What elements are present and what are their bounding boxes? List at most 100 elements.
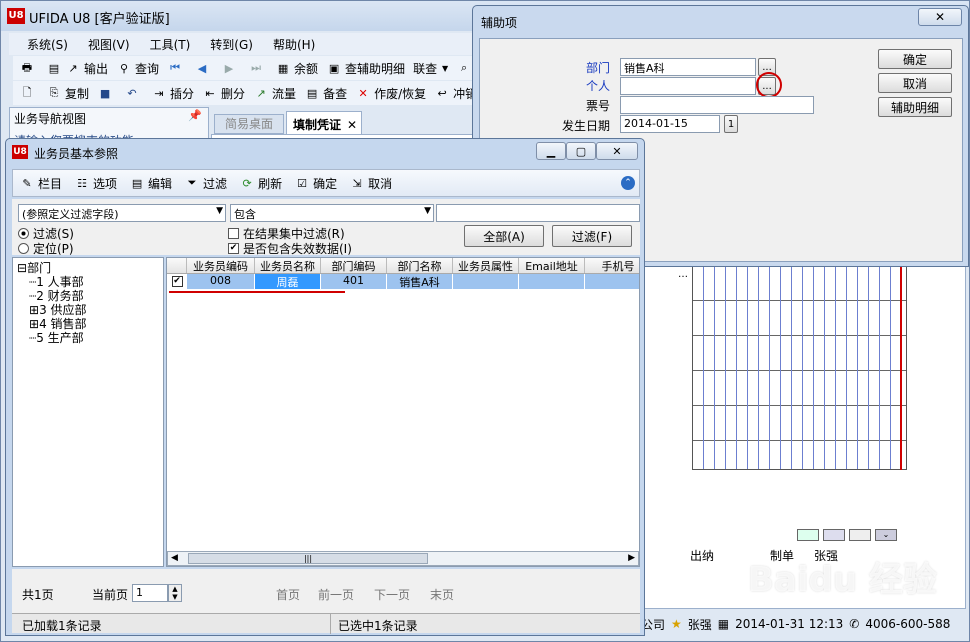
pager: 共1页 当前页 1 ▲ ▼ 首页 前一页 下一页 末页 (12, 569, 640, 613)
nav-first-button[interactable]: ⏮ (167, 60, 186, 76)
tab-voucher[interactable]: 填制凭证 ✕ (286, 111, 362, 134)
collapse-icon[interactable]: ⌃ (621, 176, 635, 190)
filter-value-input[interactable] (436, 204, 640, 222)
menu-bar: 系统(S) 视图(V) 工具(T) 转到(G) 帮助(H) (9, 33, 479, 55)
menu-help[interactable]: 帮助(H) (263, 33, 325, 55)
ref-close-button[interactable]: ✕ (596, 142, 638, 160)
all-button[interactable]: 全部(A) (464, 225, 544, 247)
aux-detail-button[interactable]: ▣ 查辅助明细 (326, 60, 405, 77)
col-header[interactable]: 手机号 (585, 258, 639, 273)
scroll-right-icon[interactable]: ▶ (628, 553, 635, 563)
cash-flow-button[interactable]: ↗ 流量 (253, 85, 296, 102)
aux-ok-button[interactable]: 确定 (878, 49, 952, 69)
dept-tree: ⊟部门 ┈1 人事部 ┈2 财务部 ⊞3 供应部 ⊞4 销售部 ┈5 生产部 (12, 257, 164, 567)
scroll-thumb[interactable]: ||| (188, 553, 428, 564)
columns-icon: ✎ (22, 176, 32, 190)
menu-view[interactable]: 视图(V) (78, 33, 140, 55)
print-button[interactable]: 🖶 (19, 60, 38, 76)
col-header[interactable]: 业务员名称 (255, 258, 321, 273)
date-field[interactable]: 2014-01-15 (620, 115, 720, 133)
col-header[interactable]: 部门编码 (321, 258, 387, 273)
voucher-bottom-icons: ⌄ (797, 529, 897, 541)
new-button[interactable]: 🗋 (19, 85, 38, 101)
edit-button[interactable]: ▤ 编辑 (129, 175, 172, 192)
tree-node[interactable]: ┈2 财务部 (17, 289, 159, 303)
red-circle-mark (756, 72, 782, 98)
current-page-input[interactable]: 1 (132, 584, 168, 602)
output-button[interactable]: ▤ ↗ 输出 (46, 60, 108, 77)
col-header[interactable]: 业务员编码 (187, 258, 255, 273)
save-button[interactable]: ■ (97, 85, 116, 101)
horizontal-scrollbar[interactable]: ◀ ||| ▶ (167, 551, 639, 566)
dept-field[interactable]: 销售A科 (620, 58, 756, 76)
voucher-ellipsis[interactable]: … (678, 269, 688, 280)
tree-node[interactable]: ┈1 人事部 (17, 275, 159, 289)
delete-split-button[interactable]: ⇤ 删分 (202, 85, 245, 102)
checkbox-empty-icon (228, 228, 239, 239)
ref-dialog: U8 业务员基本参照 ▁ ▢ ✕ ✎ 栏目 ☷ 选项 ▤ 编辑 ⏷ 过滤 ⟳ 刷新 ☑ 确定… (5, 138, 645, 636)
nav-panel-title: 业务导航视图 (14, 112, 87, 126)
filter-button[interactable]: 过滤(F) (552, 225, 632, 247)
radio-locate[interactable]: 定位(P) (18, 240, 74, 257)
col-header[interactable]: 部门名称 (387, 258, 453, 273)
nav-prev-button[interactable]: ◀ (194, 60, 213, 76)
aux-detail-button[interactable]: 辅助明细 (878, 97, 952, 117)
link-query-button[interactable]: 联查 ▼ ⌕ (413, 60, 475, 77)
minimize-button[interactable]: ▁ (536, 142, 566, 160)
close-tab-icon[interactable]: ✕ (347, 118, 357, 132)
scroll-left-icon[interactable]: ◀ (171, 553, 178, 563)
query-button[interactable]: ⚲ 查询 (116, 60, 159, 77)
copy-button[interactable]: ⎘ 复制 (46, 85, 89, 102)
copy-icon: ⎘ (49, 86, 59, 99)
ticket-field[interactable] (620, 96, 814, 114)
filter-op-select[interactable]: 包含 ▼ (230, 204, 434, 222)
reverse-button[interactable]: ↩ 冲销 (434, 85, 478, 102)
tab-desktop[interactable]: 简易桌面 (214, 114, 284, 134)
memo-button[interactable]: ▤ 备查 (304, 85, 347, 102)
menu-tools[interactable]: 工具(T) (140, 33, 201, 55)
columns-button[interactable]: ✎ 栏目 (19, 175, 62, 192)
next-icon: ▶ (224, 61, 234, 75)
cell (519, 274, 585, 289)
pin-icon[interactable]: 📌 (188, 109, 202, 122)
last-page-link[interactable]: 末页 (430, 586, 454, 603)
options-button[interactable]: ☷ 选项 (74, 175, 117, 192)
grid-icon-3[interactable] (849, 529, 871, 541)
aux-cancel-button[interactable]: 取消 (878, 73, 952, 93)
tree-node[interactable]: ┈5 生产部 (17, 331, 159, 345)
page-spinner[interactable]: ▲ ▼ (168, 584, 182, 602)
tree-node[interactable]: ⊞3 供应部 (17, 303, 159, 317)
menu-system[interactable]: 系统(S) (9, 33, 78, 55)
confirm-button[interactable]: ☑ 确定 (294, 175, 337, 192)
menu-goto[interactable]: 转到(G) (200, 33, 263, 55)
maximize-button[interactable]: ▢ (566, 142, 596, 160)
prev-page-link[interactable]: 前一页 (318, 586, 354, 603)
collapse-box-icon: ⊟ (17, 261, 28, 275)
grid-icon-1[interactable] (797, 529, 819, 541)
person-label: 个人 (586, 79, 611, 93)
person-field[interactable] (620, 77, 756, 95)
first-page-link[interactable]: 首页 (276, 586, 300, 603)
select-all-cell[interactable] (167, 258, 187, 273)
row-checkbox[interactable]: ✔ (167, 274, 187, 289)
tree-root[interactable]: ⊟部门 (17, 261, 159, 275)
date-picker-button[interactable]: 1 (724, 115, 738, 133)
filter-field-select[interactable]: (参照定义过滤字段) ▼ (18, 204, 226, 222)
table-row[interactable]: ✔ 008 周磊 401 销售A科 (167, 274, 639, 289)
check-include-invalid[interactable]: ✔ 是否包含失效数据(I) (228, 240, 352, 257)
next-page-link[interactable]: 下一页 (374, 586, 410, 603)
insert-split-button[interactable]: ⇥ 插分 (151, 85, 194, 102)
col-header[interactable]: 业务员属性 (453, 258, 519, 273)
filter-toolbar-button[interactable]: ⏷ 过滤 (184, 175, 227, 192)
tree-node[interactable]: ⊞4 销售部 (17, 317, 159, 331)
void-restore-button[interactable]: ✕ 作废/恢复 (355, 85, 426, 102)
balance-button[interactable]: ▦ 余额 (275, 60, 318, 77)
grid-icon-2[interactable] (823, 529, 845, 541)
cancel-toolbar-button[interactable]: ⇲ 取消 (349, 175, 392, 192)
refresh-button[interactable]: ⟳ 刷新 (239, 175, 282, 192)
ref-title: 业务员基本参照 (34, 147, 119, 161)
undo-button[interactable]: ↶ (124, 85, 143, 101)
expand-icon[interactable]: ⌄ (875, 529, 897, 541)
col-header[interactable]: Email地址 (519, 258, 585, 273)
aux-close-button[interactable]: ✕ (918, 8, 962, 26)
